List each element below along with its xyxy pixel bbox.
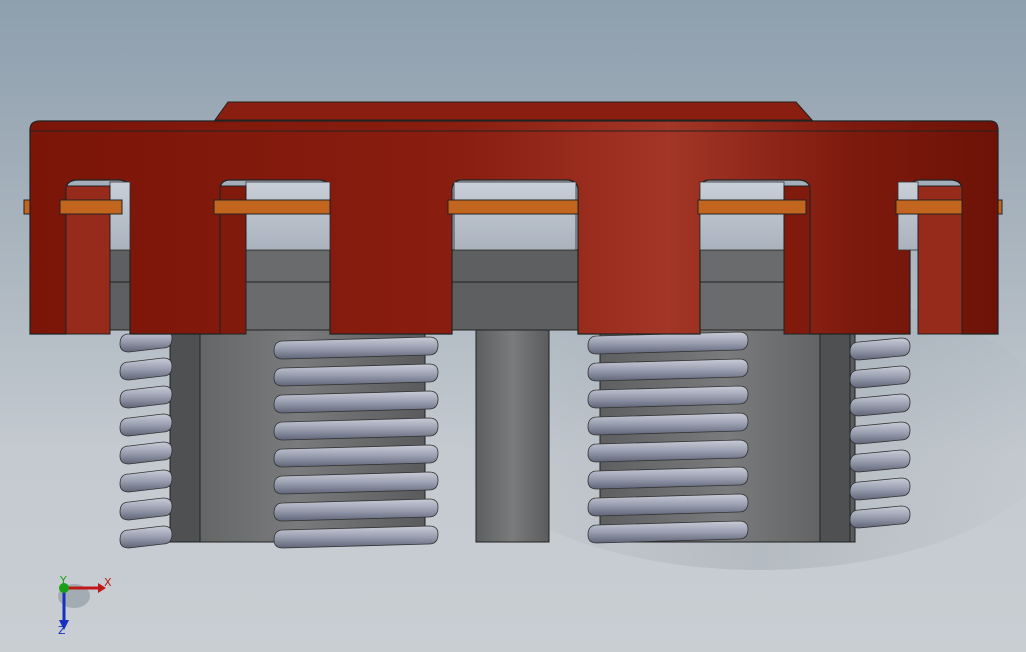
spring-coil <box>587 358 749 382</box>
spring-coil <box>587 493 749 517</box>
spring-coil <box>587 520 749 544</box>
coordinate-triad: X Y Z <box>58 574 112 637</box>
spring-coil <box>587 412 749 436</box>
spring-coil <box>119 413 173 437</box>
z-axis-label: Z <box>58 624 66 637</box>
spring-coil <box>273 336 439 360</box>
spring-coil <box>119 497 173 521</box>
3d-model-view[interactable]: X Y Z <box>0 0 1026 652</box>
spring-coil <box>119 385 173 409</box>
spring-coil <box>273 363 439 387</box>
spring-coil <box>119 441 173 465</box>
spring-coil <box>273 498 439 522</box>
spring-coil <box>119 525 173 549</box>
x-axis-label: X <box>104 576 112 589</box>
spring-coil <box>273 390 439 414</box>
spring-coil <box>119 469 173 493</box>
spring-coil <box>587 331 749 355</box>
spring-coil <box>273 444 439 468</box>
y-axis-label: Y <box>59 574 67 587</box>
spring-coil <box>273 525 439 549</box>
spring-coil <box>587 466 749 490</box>
spring-coil <box>587 385 749 409</box>
spring-coil <box>273 471 439 495</box>
graphics-viewport[interactable]: X Y Z <box>0 0 1026 652</box>
spring-coil <box>273 417 439 441</box>
spring-coil <box>587 439 749 463</box>
spring-coil <box>119 357 173 381</box>
